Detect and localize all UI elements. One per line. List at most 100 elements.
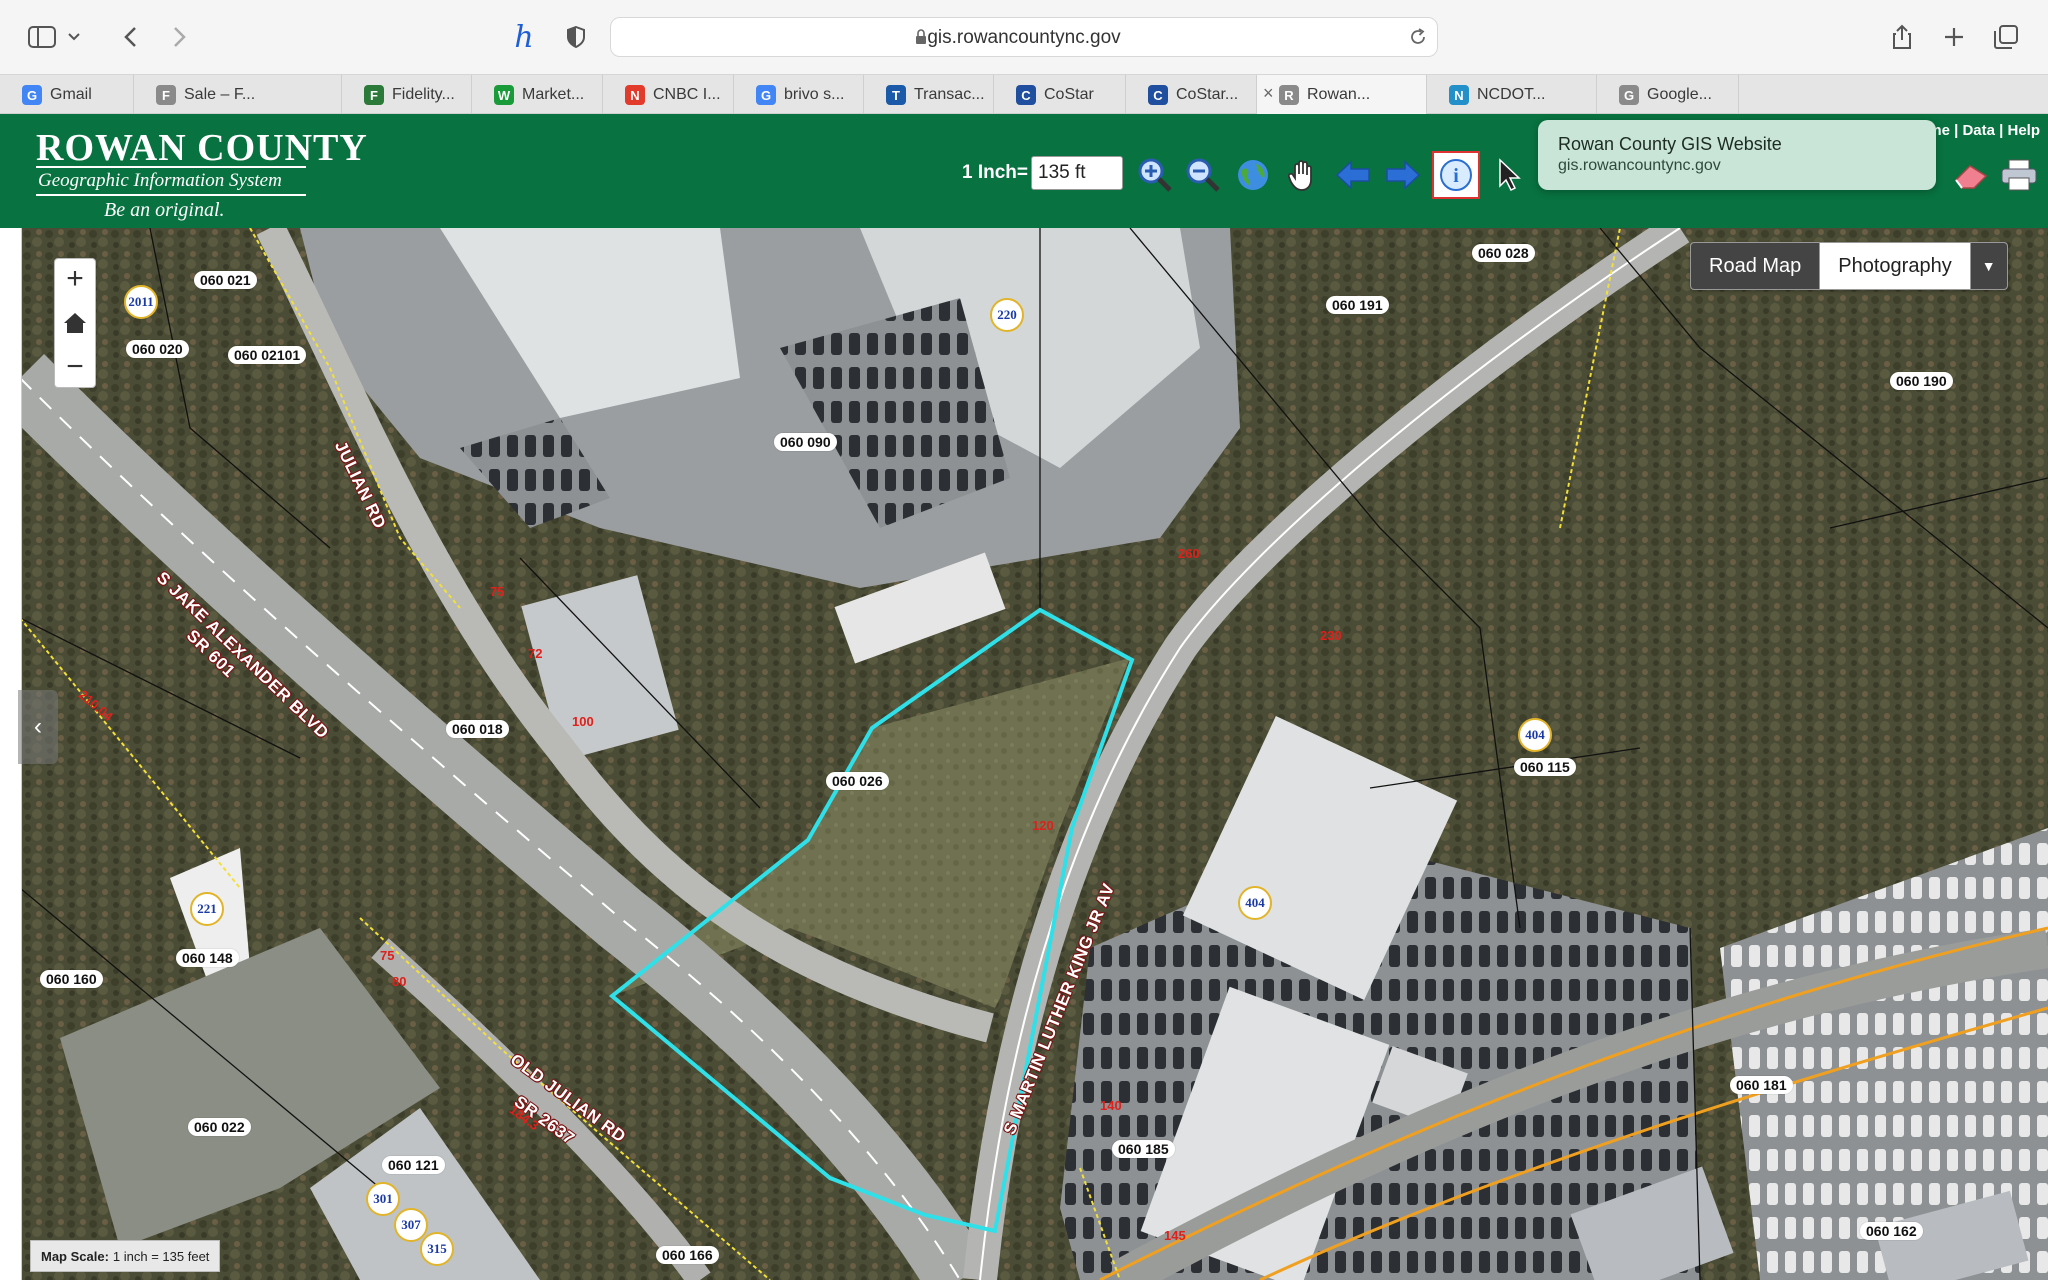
back-arrow-icon[interactable] (1332, 154, 1374, 196)
info-icon[interactable]: i (1432, 151, 1480, 199)
tab-transac[interactable]: T Transac... (864, 75, 994, 114)
dimension-label: 72 (528, 646, 543, 661)
map-scale-label: Map Scale: (41, 1248, 109, 1264)
map-view[interactable]: 060 021 060 020 060 02101 060 090 060 19… (0, 228, 2048, 1280)
dimension-label: 260 (1178, 546, 1200, 561)
dimension-label: 120 (1032, 818, 1054, 833)
map-zoom-in-button[interactable]: + (55, 259, 95, 299)
tab-overview-icon[interactable] (1988, 20, 2024, 54)
header-links[interactable]: me | Data | Help (1928, 122, 2040, 139)
tab-label: Google... (1647, 85, 1712, 103)
tab-fidelity[interactable]: F Fidelity... (342, 75, 472, 114)
tab-favicon-icon: T (886, 85, 906, 105)
address-badge: 221 (190, 892, 224, 926)
address-badge: 315 (420, 1232, 454, 1266)
parcel-label: 060 021 (194, 271, 257, 289)
tab-favicon-icon: C (1016, 85, 1036, 105)
tab-favicon-icon: G (756, 85, 776, 105)
sidebar-toggle-icon[interactable] (24, 20, 60, 54)
select-arrow-icon[interactable] (1488, 154, 1530, 196)
back-icon[interactable] (112, 20, 148, 54)
tab-market[interactable]: W Market... (472, 75, 603, 114)
dimension-label: 100 (572, 714, 594, 729)
new-tab-icon[interactable] (1936, 20, 1972, 54)
parcel-label: 060 02101 (228, 346, 307, 364)
parcel-label-subject[interactable]: 060 026 (826, 772, 889, 790)
forward-arrow-icon[interactable] (1382, 154, 1424, 196)
address-badge: 404 (1518, 718, 1552, 752)
tab-costar[interactable]: C CoStar (994, 75, 1126, 114)
tab-costar[interactable]: C CoStar... (1126, 75, 1257, 114)
tab-label: NCDOT... (1477, 85, 1546, 103)
tab-rowan[interactable]: × R Rowan... (1257, 75, 1427, 114)
map-zoom-out-button[interactable]: − (55, 347, 95, 387)
share-icon[interactable] (1884, 20, 1920, 54)
parcel-label: 060 190 (1890, 372, 1953, 390)
zoom-in-icon[interactable] (1134, 154, 1176, 196)
parcel-label: 060 148 (176, 949, 239, 967)
chevron-down-icon[interactable] (64, 20, 84, 54)
home-icon[interactable] (55, 303, 95, 343)
dimension-label: 140 (1100, 1098, 1122, 1113)
dimension-label: 230 (1320, 628, 1342, 643)
reload-icon[interactable] (1409, 27, 1427, 52)
honey-extension-icon[interactable]: h (506, 20, 542, 55)
basemap-switcher: Road Map Photography ▼ (1690, 242, 2008, 290)
url-text: gis.rowancountync.gov (927, 27, 1121, 48)
scale-label: 1 Inch= (962, 162, 1028, 183)
parcel-label: 060 191 (1326, 296, 1389, 314)
tab-ncdot[interactable]: N NCDOT... (1427, 75, 1597, 114)
scale-input[interactable] (1031, 156, 1123, 190)
logo-divider (36, 166, 306, 168)
eraser-icon[interactable] (1950, 154, 1992, 196)
dimension-label: 75 (380, 948, 395, 963)
tab-label: Transac... (914, 85, 985, 103)
tab-favicon-icon: N (625, 85, 645, 105)
tab-google[interactable]: G Google... (1597, 75, 1739, 114)
tab-label: Gmail (50, 85, 92, 103)
tab-brivo-s[interactable]: Gbrivo s... (734, 75, 864, 114)
logo-divider (36, 194, 306, 196)
tab-favicon-icon: G (22, 85, 42, 105)
tab-label: CNBC I... (653, 85, 721, 103)
address-badge: 301 (366, 1182, 400, 1216)
parcel-label: 060 160 (40, 970, 103, 988)
map-scale-bar: Map Scale: 1 inch = 135 feet (30, 1240, 221, 1272)
tab-cnbc-i[interactable]: N CNBC I... (603, 75, 734, 114)
forward-icon[interactable] (162, 20, 198, 54)
tab-sale-f[interactable]: F Sale – F... (134, 75, 342, 114)
logo-subtitle: Geographic Information System (38, 170, 282, 191)
parcel-label: 060 090 (774, 433, 837, 451)
dimension-label: 80 (392, 974, 407, 989)
site-popover: Rowan County GIS Website gis.rowancounty… (1538, 120, 1936, 190)
tab-favicon-icon: G (1619, 85, 1639, 105)
privacy-shield-icon[interactable] (558, 20, 594, 54)
browser-toolbar: h gis.rowancountync.gov (0, 0, 2048, 74)
tab-label: Market... (522, 85, 585, 103)
parcel-label: 060 181 (1730, 1076, 1793, 1094)
address-badge: 404 (1238, 886, 1272, 920)
print-icon[interactable] (1998, 154, 2040, 196)
zoom-out-icon[interactable] (1182, 154, 1224, 196)
tab-close-icon[interactable]: × (1263, 83, 1274, 104)
popover-title: Rowan County GIS Website (1558, 134, 1782, 154)
pan-hand-icon[interactable] (1282, 154, 1324, 196)
parcel-label: 060 121 (382, 1156, 445, 1174)
tab-label: Fidelity... (392, 85, 455, 103)
basemap-road-map-button[interactable]: Road Map (1691, 243, 1821, 289)
parcel-label: 060 166 (656, 1246, 719, 1264)
address-bar[interactable]: gis.rowancountync.gov (610, 17, 1438, 57)
tab-gmail[interactable]: G Gmail (0, 75, 134, 114)
panel-expand-chevron-icon[interactable]: ‹ (18, 690, 58, 764)
globe-icon[interactable] (1232, 154, 1274, 196)
tab-favicon-icon: W (494, 85, 514, 105)
parcel-label: 060 115 (1514, 758, 1576, 776)
parcel-label: 060 020 (126, 340, 189, 358)
tab-strip: G Gmail F Sale – F... F Fidelity... W Market...… (0, 74, 2048, 114)
caret-down-icon[interactable]: ▼ (1970, 243, 2007, 289)
address-badge: 220 (990, 298, 1024, 332)
logo-title: ROWAN COUNTY (36, 127, 368, 169)
tab-favicon-icon: N (1449, 85, 1469, 105)
basemap-photography-button[interactable]: Photography (1820, 243, 1971, 289)
tab-label: CoStar... (1176, 85, 1239, 103)
